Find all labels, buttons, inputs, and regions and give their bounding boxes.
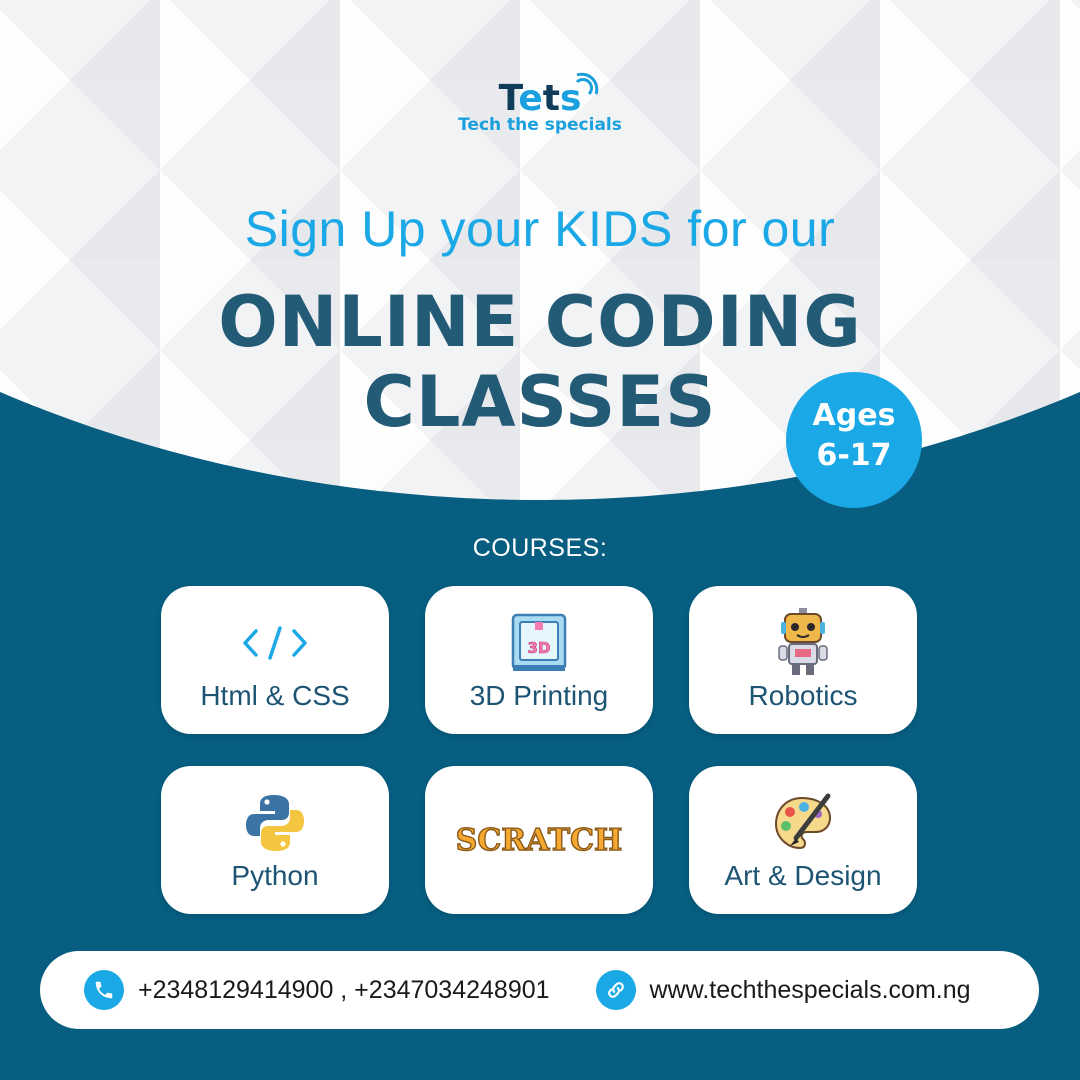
course-card-html-css: Html & CSS bbox=[161, 586, 389, 734]
course-label: Python bbox=[231, 860, 319, 891]
phone-numbers[interactable]: +2348129414900 , +2347034248901 bbox=[138, 976, 550, 1005]
contact-bar: +2348129414900 , +2347034248901 www.tech… bbox=[40, 951, 1039, 1029]
course-label: Art & Design bbox=[724, 860, 882, 891]
scratch-logo-icon: SCRATCH bbox=[456, 804, 622, 874]
printer-3d-text: 3D bbox=[528, 639, 551, 657]
headline-main-line1: ONLINE CODING bbox=[218, 281, 862, 363]
brand-logo: Tets Tech the specials bbox=[0, 72, 1080, 135]
robot-icon bbox=[775, 608, 831, 678]
course-card-scratch: SCRATCH bbox=[425, 766, 653, 914]
palette-brush-icon bbox=[772, 788, 834, 858]
course-card-python: Python bbox=[161, 766, 389, 914]
headline-signup: Sign Up your KIDS for our bbox=[244, 201, 836, 257]
signal-waves-icon bbox=[576, 72, 599, 96]
logo-letter-t1: T bbox=[498, 78, 519, 119]
course-card-art-design: Art & Design bbox=[689, 766, 917, 914]
courses-heading: COURSES: bbox=[472, 534, 608, 562]
logo-letter-e: e bbox=[518, 78, 543, 119]
course-label: Robotics bbox=[748, 680, 858, 711]
link-icon bbox=[595, 970, 636, 1010]
courses-grid: Html & CSS 3D 3D Printing Robotics Pytho… bbox=[161, 586, 917, 914]
course-card-3d-printing: 3D 3D Printing bbox=[425, 586, 653, 734]
ages-badge: Ages 6-17 bbox=[786, 372, 922, 508]
scratch-logo-text: SCRATCH bbox=[456, 823, 622, 858]
python-logo-icon bbox=[244, 788, 306, 858]
3d-printer-icon: 3D bbox=[510, 608, 568, 678]
ages-badge-line2: 6-17 bbox=[816, 438, 892, 473]
ages-badge-line1: Ages bbox=[812, 398, 896, 433]
website-link[interactable]: www.techthespecials.com.ng bbox=[650, 976, 971, 1005]
phone-icon bbox=[84, 970, 124, 1010]
code-brackets-icon bbox=[242, 608, 308, 678]
course-label: 3D Printing bbox=[469, 680, 609, 711]
logo-letter-t2: t bbox=[542, 78, 560, 119]
course-card-robotics: Robotics bbox=[689, 586, 917, 734]
logo-wordmark: Tets bbox=[498, 72, 599, 119]
course-label: Html & CSS bbox=[200, 680, 350, 711]
